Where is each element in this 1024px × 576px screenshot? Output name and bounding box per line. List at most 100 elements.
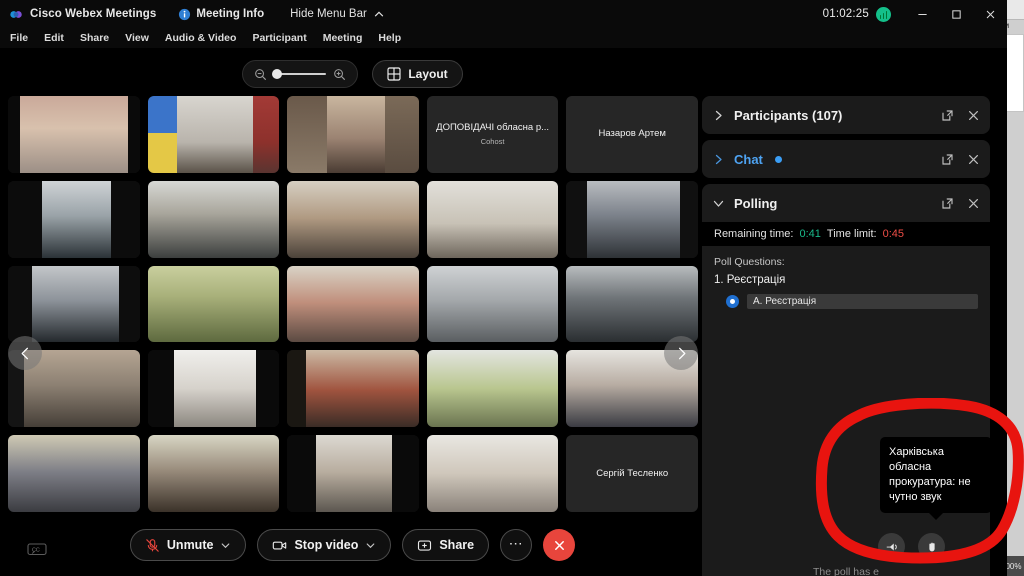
menu-item-participant[interactable]: Participant: [252, 32, 306, 44]
app-title: Cisco Webex Meetings: [30, 8, 157, 20]
close-icon[interactable]: [967, 109, 980, 122]
menu-item-share[interactable]: Share: [80, 32, 109, 44]
video-camera-icon: [272, 538, 287, 553]
share-button[interactable]: Share: [402, 529, 490, 561]
participant-name-tile[interactable]: Сергій Тесленко: [566, 435, 698, 512]
zoom-in-icon[interactable]: [333, 68, 346, 81]
chevron-down-icon[interactable]: [365, 540, 376, 551]
video-tile[interactable]: [566, 180, 698, 258]
video-tile[interactable]: [147, 96, 280, 173]
previous-page-button[interactable]: [8, 336, 42, 370]
radio-selected-icon[interactable]: [726, 295, 739, 308]
video-tile[interactable]: [147, 265, 280, 343]
close-button[interactable]: [973, 0, 1007, 28]
chevron-right-icon[interactable]: [712, 109, 725, 122]
participants-panel-header[interactable]: Participants (107): [702, 96, 990, 134]
poll-questions-label: Poll Questions:: [714, 256, 785, 268]
participant-name: Назаров Артем: [598, 128, 666, 140]
polling-panel-header[interactable]: Polling: [702, 184, 990, 222]
popout-icon[interactable]: [941, 197, 954, 210]
grid-layout-icon: [387, 67, 401, 81]
raise-hand-button[interactable]: [918, 533, 945, 560]
maximize-button[interactable]: [939, 0, 973, 28]
poll-timer-bar: Remaining time: 0:41 Time limit: 0:45: [702, 222, 990, 246]
video-tile[interactable]: [426, 180, 559, 258]
meeting-info-icon: [178, 8, 191, 21]
end-call-button[interactable]: [543, 529, 576, 561]
meeting-controls: Unmute Stop video Share ⋯: [0, 514, 705, 576]
video-tile[interactable]: [147, 350, 280, 428]
layout-button-label: Layout: [408, 67, 448, 81]
webex-logo-icon: [9, 7, 24, 22]
chevron-right-icon[interactable]: [712, 153, 725, 166]
video-grid: ДОПОВІДАЧІ обласна р... Cohost Назаров А…: [8, 96, 698, 512]
zoom-slider-track[interactable]: [272, 69, 327, 79]
chevron-down-icon[interactable]: [220, 540, 231, 551]
stop-video-label: Stop video: [294, 538, 359, 552]
hide-menu-bar-button[interactable]: Hide Menu Bar: [290, 8, 367, 20]
chevron-down-icon[interactable]: [712, 197, 725, 210]
video-tile[interactable]: [287, 350, 419, 428]
video-tile[interactable]: [426, 435, 559, 512]
view-toolbar: Layout: [0, 58, 705, 90]
layout-button[interactable]: Layout: [372, 60, 463, 88]
zoom-out-icon[interactable]: [254, 68, 267, 81]
meeting-timer: 01:02:25: [822, 8, 869, 20]
video-tile[interactable]: [8, 265, 140, 343]
video-tile[interactable]: [287, 435, 419, 512]
participant-name-tile[interactable]: Назаров Артем: [566, 96, 698, 173]
video-tile[interactable]: [147, 435, 280, 512]
stop-video-button[interactable]: Stop video: [257, 529, 392, 561]
zoom-slider-thumb[interactable]: [272, 69, 283, 79]
next-page-button[interactable]: [664, 336, 698, 370]
video-tile[interactable]: [147, 180, 280, 258]
menu-item-view[interactable]: View: [125, 32, 149, 44]
video-tile[interactable]: [426, 350, 559, 428]
title-bar-right: 01:02:25: [823, 0, 1007, 28]
video-tile[interactable]: [8, 96, 140, 173]
menu-item-meeting[interactable]: Meeting: [323, 32, 363, 44]
menu-item-help[interactable]: Help: [378, 32, 401, 44]
menu-item-audio-video[interactable]: Audio & Video: [165, 32, 237, 44]
video-tile[interactable]: [287, 265, 419, 343]
chat-panel-header[interactable]: Chat: [702, 140, 990, 178]
more-options-button[interactable]: ⋯: [500, 529, 533, 561]
participant-name-tile[interactable]: ДОПОВІДАЧІ обласна р... Cohost: [426, 96, 559, 173]
zoom-slider-control[interactable]: [242, 60, 359, 88]
video-tile[interactable]: [8, 435, 140, 512]
meeting-content: Layout ДОПОВІДАЧІ обласна р... Cohost На…: [0, 48, 1007, 576]
microphone-muted-icon: [145, 538, 160, 553]
connection-signal-icon[interactable]: [876, 6, 891, 22]
minimize-button[interactable]: [905, 0, 939, 28]
reaction-button[interactable]: [878, 533, 905, 560]
video-tile[interactable]: [566, 265, 698, 343]
close-icon[interactable]: [967, 197, 980, 210]
video-tile[interactable]: [287, 96, 419, 173]
close-icon[interactable]: [967, 153, 980, 166]
popout-icon[interactable]: [941, 109, 954, 122]
chevron-up-icon[interactable]: [373, 8, 385, 20]
participants-panel[interactable]: Participants (107): [702, 96, 990, 134]
poll-status-text: The poll has e: [813, 566, 879, 576]
meeting-info-button[interactable]: Meeting Info: [196, 8, 264, 20]
poll-option-a-label: А. Реєстрація: [747, 294, 978, 309]
title-bar: Cisco Webex Meetings Meeting Info Hide M…: [0, 0, 1007, 28]
chat-title-label: Chat: [734, 151, 763, 167]
chat-panel[interactable]: Chat: [702, 140, 990, 178]
chat-title: Chat: [734, 152, 928, 167]
poll-option-a[interactable]: А. Реєстрація: [702, 294, 990, 309]
time-limit-value: 0:45: [882, 228, 905, 240]
video-tile[interactable]: [8, 180, 140, 258]
unmute-button[interactable]: Unmute: [129, 529, 247, 561]
time-limit-label: Time limit:: [826, 228, 877, 240]
participant-name: ДОПОВІДАЧІ обласна р...: [436, 122, 550, 134]
menu-item-file[interactable]: File: [10, 32, 28, 44]
video-tile[interactable]: [426, 265, 559, 343]
popout-icon[interactable]: [941, 153, 954, 166]
webex-window: Cisco Webex Meetings Meeting Info Hide M…: [0, 0, 1007, 576]
polling-panel[interactable]: Polling Remaining time: 0:41 Time limit:…: [702, 184, 990, 576]
menu-item-edit[interactable]: Edit: [44, 32, 64, 44]
video-tile[interactable]: [287, 180, 419, 258]
polling-title: Polling: [734, 195, 778, 211]
polling-body: Remaining time: 0:41 Time limit: 0:45 Po…: [702, 222, 990, 576]
